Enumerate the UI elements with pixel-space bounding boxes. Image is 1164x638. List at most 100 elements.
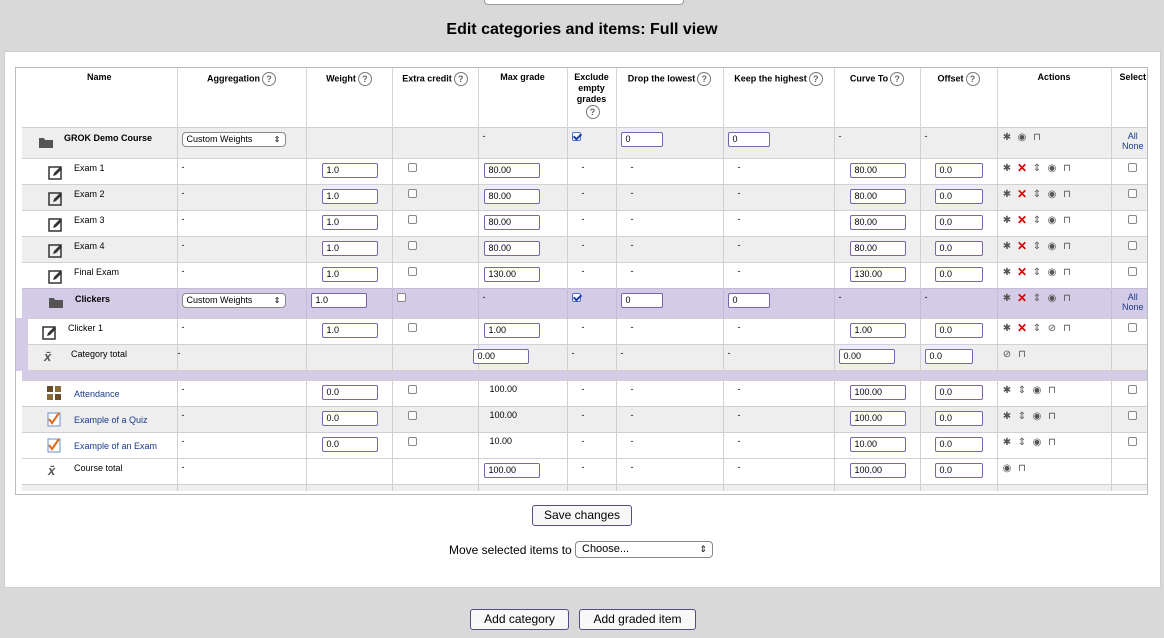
drop-lowest-input[interactable]: 0 [620, 293, 663, 308]
aggregation-select[interactable]: Custom Weights ⇕ [181, 293, 286, 308]
offset-input[interactable]: 0.0 [934, 163, 983, 178]
max-grade-input[interactable]: 130.00 [483, 267, 540, 282]
eye-icon[interactable]: ◉ [1017, 132, 1028, 143]
max-grade-input[interactable]: 80.00 [483, 163, 540, 178]
gear-icon[interactable]: ✱ [1002, 267, 1013, 278]
delete-icon[interactable]: ✕ [1017, 266, 1028, 278]
max-grade-input[interactable]: 100.00 [483, 463, 540, 478]
delete-icon[interactable]: ✕ [1017, 292, 1028, 304]
extra-credit-checkbox[interactable] [407, 267, 417, 276]
gear-icon[interactable]: ✱ [1002, 385, 1013, 396]
eye-icon[interactable]: ◉ [1047, 215, 1058, 226]
add-graded-item-button[interactable]: Add graded item [579, 609, 696, 630]
extra-credit-checkbox[interactable] [407, 189, 417, 198]
eye-hidden-icon[interactable]: ⊘ [1047, 323, 1058, 334]
gear-icon[interactable]: ✱ [1002, 437, 1013, 448]
offset-input[interactable]: 0.0 [934, 215, 983, 230]
move-icon[interactable]: ⇕ [1017, 437, 1028, 448]
gear-icon[interactable]: ✱ [1002, 241, 1013, 252]
delete-icon[interactable]: ✕ [1017, 240, 1028, 252]
weight-input[interactable]: 0.0 [321, 385, 378, 400]
quiz-link[interactable]: Example of a Quiz [74, 415, 148, 425]
move-icon[interactable]: ⇕ [1032, 241, 1043, 252]
gear-icon[interactable]: ✱ [1002, 215, 1013, 226]
curve-to-input[interactable]: 0.00 [838, 349, 895, 364]
curve-to-input[interactable]: 80.00 [849, 189, 906, 204]
move-icon[interactable]: ⇕ [1032, 323, 1043, 334]
move-icon[interactable]: ⇕ [1017, 385, 1028, 396]
delete-icon[interactable]: ✕ [1017, 162, 1028, 174]
gear-icon[interactable]: ✱ [1002, 163, 1013, 174]
extra-credit-checkbox[interactable] [407, 215, 417, 224]
lock-icon[interactable]: ⊓ [1062, 215, 1073, 226]
curve-to-input[interactable]: 100.00 [849, 411, 906, 426]
weight-input[interactable]: 1.0 [310, 293, 367, 308]
eye-icon[interactable]: ◉ [1047, 163, 1058, 174]
move-icon[interactable]: ⇕ [1032, 189, 1043, 200]
curve-to-input[interactable]: 100.00 [849, 463, 906, 478]
move-items-select[interactable]: Choose... ⇕ [575, 541, 713, 558]
curve-to-input[interactable]: 130.00 [849, 267, 906, 282]
select-none-link[interactable]: None [1122, 141, 1144, 151]
drop-lowest-input[interactable]: 0 [620, 132, 663, 147]
help-icon[interactable]: ? [262, 72, 276, 86]
help-icon[interactable]: ? [357, 72, 372, 86]
lock-icon[interactable]: ⊓ [1062, 241, 1073, 252]
add-category-button[interactable]: Add category [470, 609, 569, 630]
weight-input[interactable]: 1.0 [321, 267, 378, 282]
offset-input[interactable]: 0.0 [934, 385, 983, 400]
offset-input[interactable]: 0.0 [934, 323, 983, 338]
eye-icon[interactable]: ◉ [1047, 241, 1058, 252]
move-icon[interactable]: ⇕ [1032, 215, 1043, 226]
select-checkbox[interactable] [1127, 163, 1137, 172]
curve-to-input[interactable]: 10.00 [849, 437, 906, 452]
weight-input[interactable]: 0.0 [321, 437, 378, 452]
gear-icon[interactable]: ✱ [1002, 132, 1013, 143]
offset-input[interactable]: 0.0 [934, 241, 983, 256]
eye-icon[interactable]: ◉ [1047, 267, 1058, 278]
lock-icon[interactable]: ⊓ [1032, 132, 1043, 143]
move-icon[interactable]: ⇕ [1032, 163, 1043, 174]
eye-icon[interactable]: ◉ [1032, 385, 1043, 396]
lock-icon[interactable]: ⊓ [1047, 437, 1058, 448]
lock-icon[interactable]: ⊓ [1062, 267, 1073, 278]
select-all-link[interactable]: All [1128, 292, 1138, 302]
help-icon[interactable]: ? [453, 72, 468, 86]
extra-credit-checkbox[interactable] [407, 241, 417, 250]
exclude-empty-checkbox[interactable] [571, 132, 581, 141]
select-checkbox[interactable] [1127, 267, 1137, 276]
lock-icon[interactable]: ⊓ [1047, 385, 1058, 396]
help-icon[interactable]: ? [890, 72, 905, 86]
weight-input[interactable]: 1.0 [321, 241, 378, 256]
eye-icon[interactable]: ◉ [1047, 189, 1058, 200]
offset-input[interactable]: 0.0 [934, 411, 983, 426]
curve-to-input[interactable]: 80.00 [849, 163, 906, 178]
weight-input[interactable]: 1.0 [321, 215, 378, 230]
offset-input[interactable]: 0.0 [934, 437, 983, 452]
select-checkbox[interactable] [1127, 241, 1137, 250]
gear-icon[interactable]: ✱ [1002, 293, 1013, 304]
lock-icon[interactable]: ⊓ [1062, 163, 1073, 174]
extra-credit-checkbox[interactable] [407, 437, 417, 446]
exam-link[interactable]: Example of an Exam [74, 441, 157, 451]
top-select-stub[interactable] [484, 0, 684, 5]
help-icon[interactable]: ? [808, 72, 823, 86]
aggregation-select[interactable]: Custom Weights ⇕ [181, 132, 286, 147]
delete-icon[interactable]: ✕ [1017, 214, 1028, 226]
help-icon[interactable]: ? [965, 72, 980, 86]
curve-to-input[interactable]: 80.00 [849, 241, 906, 256]
weight-input[interactable]: 1.0 [321, 163, 378, 178]
move-icon[interactable]: ⇕ [1032, 267, 1043, 278]
eye-icon[interactable]: ◉ [1002, 463, 1013, 474]
curve-to-input[interactable]: 80.00 [849, 215, 906, 230]
offset-input[interactable]: 0.0 [934, 463, 983, 478]
lock-icon[interactable]: ⊓ [1017, 349, 1028, 360]
lock-icon[interactable]: ⊓ [1017, 463, 1028, 474]
offset-input[interactable]: 0.0 [924, 349, 973, 364]
extra-credit-checkbox[interactable] [407, 385, 417, 394]
eye-icon[interactable]: ◉ [1032, 411, 1043, 422]
eye-hidden-icon[interactable]: ⊘ [1002, 349, 1013, 360]
eye-icon[interactable]: ◉ [1047, 293, 1058, 304]
select-checkbox[interactable] [1127, 215, 1137, 224]
max-grade-input[interactable]: 0.00 [472, 349, 529, 364]
